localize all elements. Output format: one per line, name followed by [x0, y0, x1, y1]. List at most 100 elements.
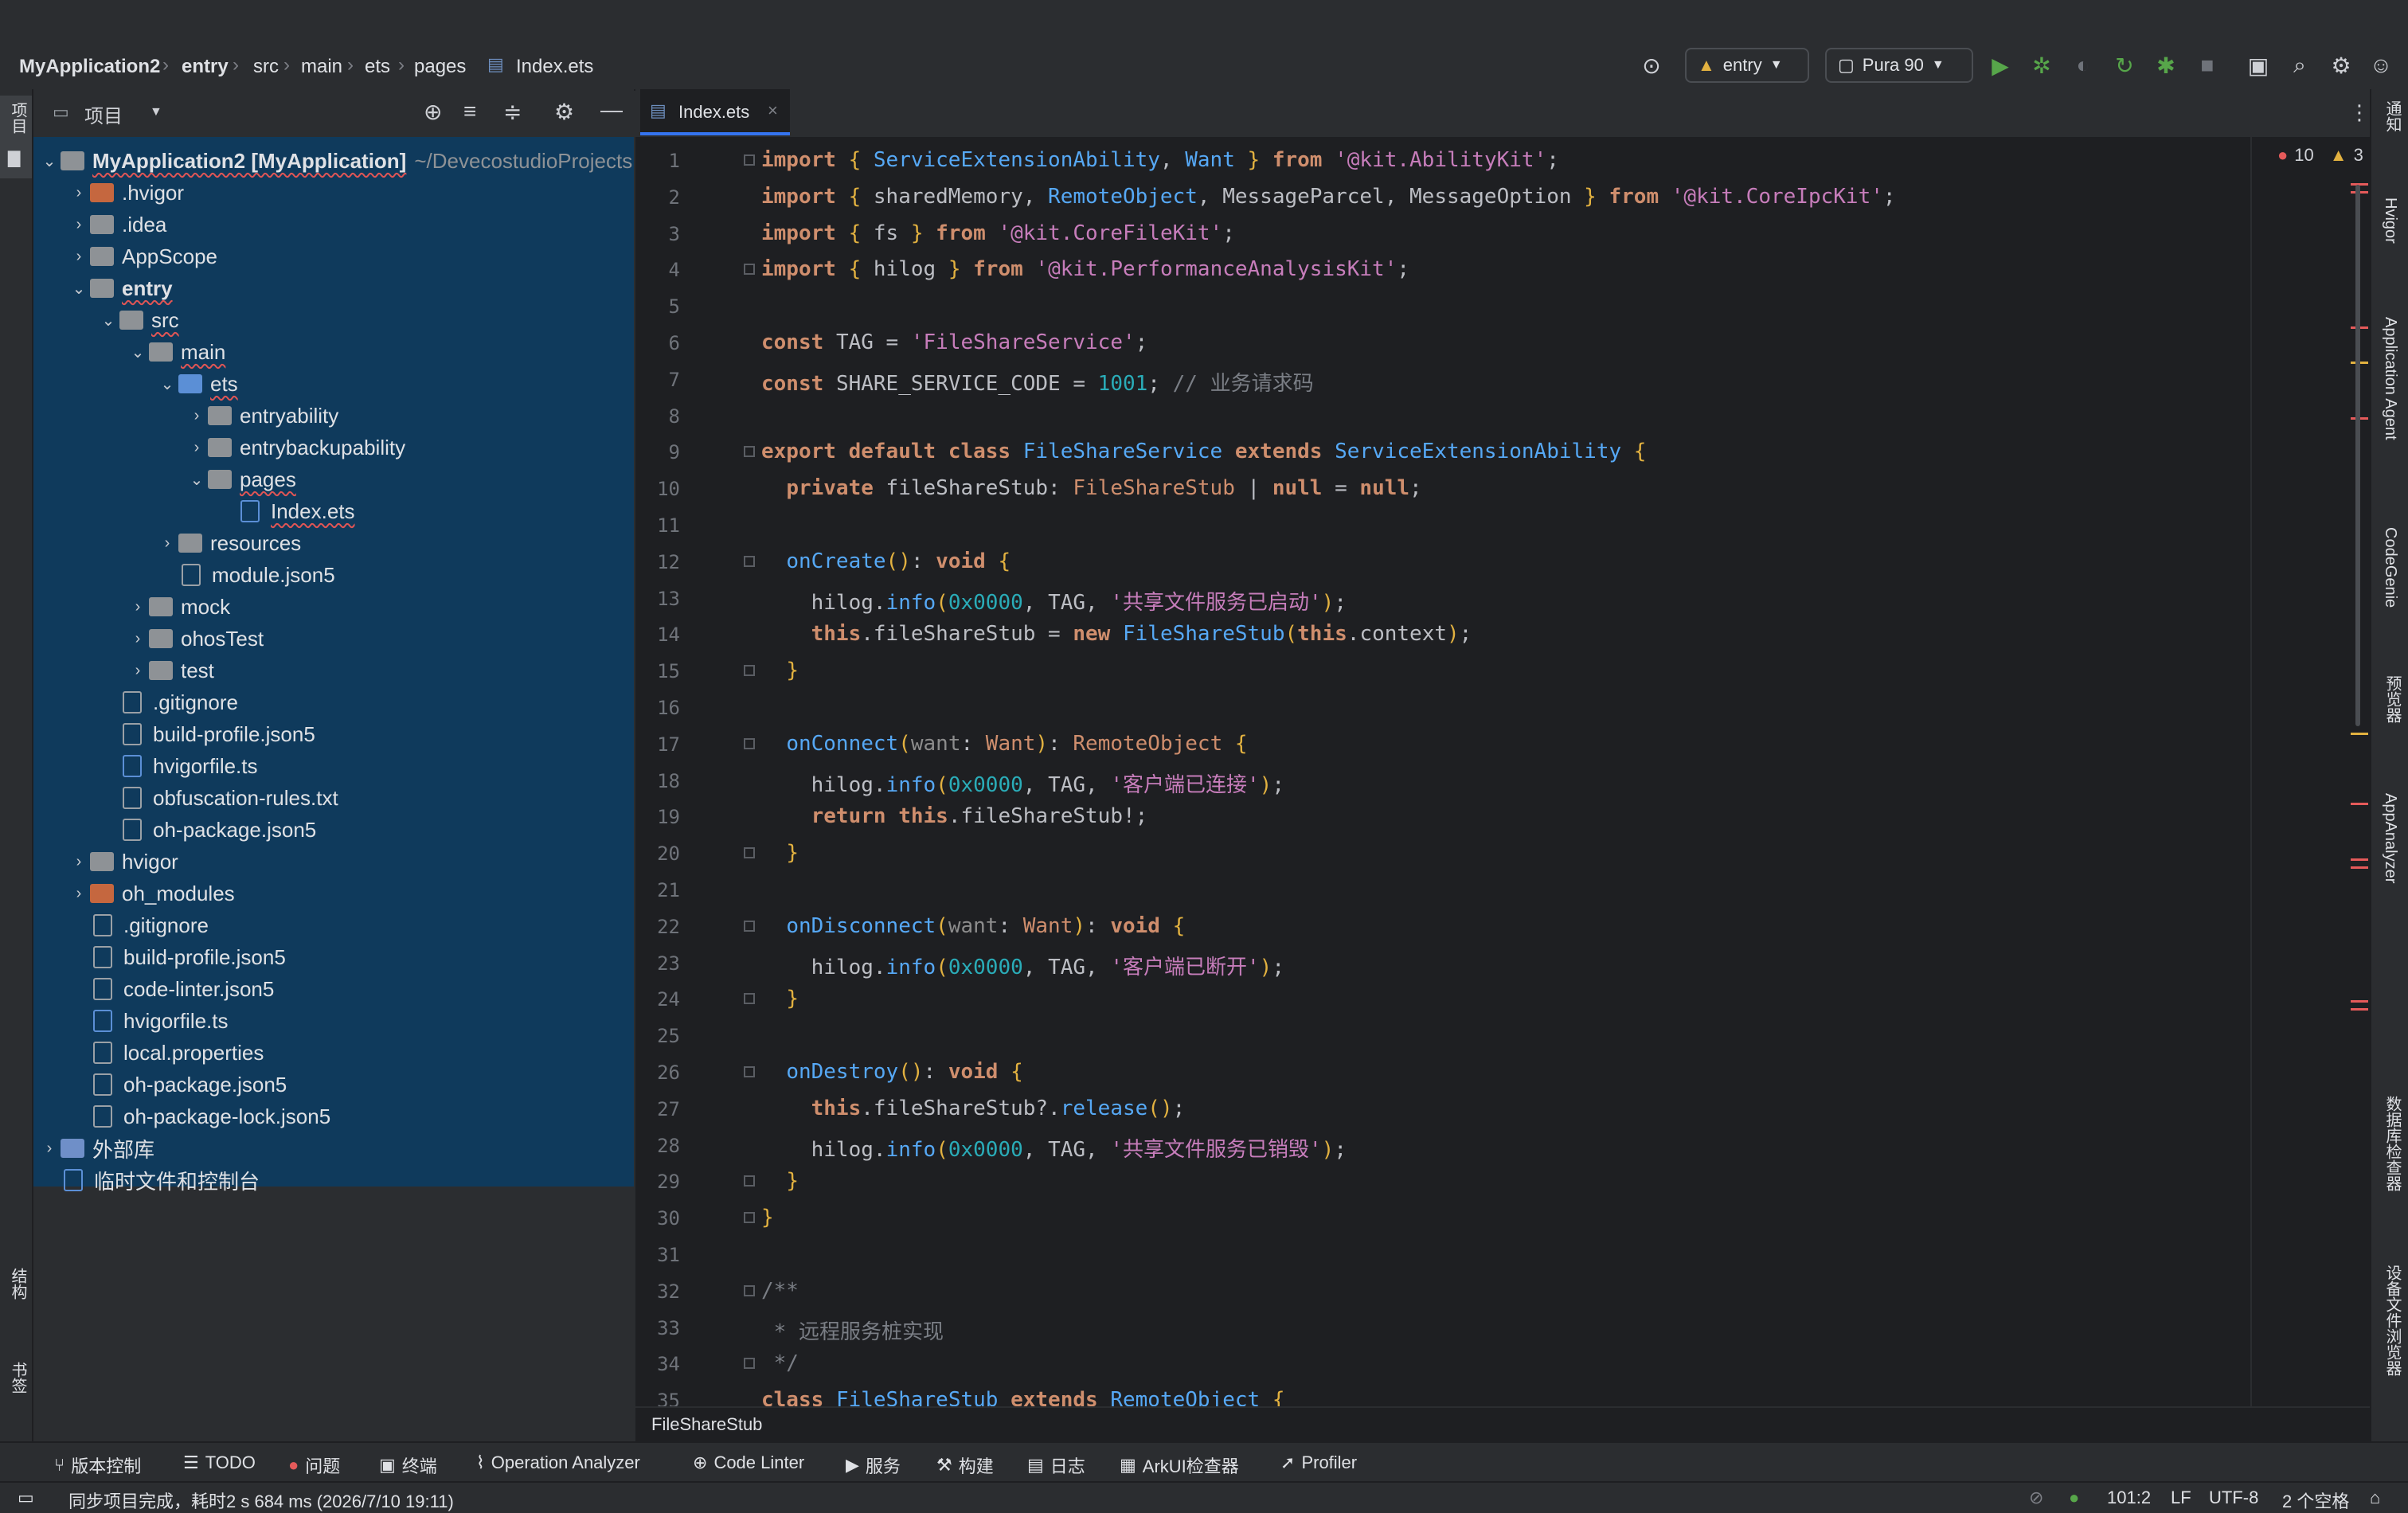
status-indicator-icon[interactable]: ● [2069, 1488, 2079, 1508]
chevron-right-icon[interactable]: › [127, 630, 149, 648]
error-marker[interactable] [2351, 858, 2368, 861]
tool-profiler[interactable]: ➚ Profiler [1280, 1452, 1357, 1473]
code-line[interactable]: this.fileShareStub = new FileShareStub(t… [761, 622, 1472, 646]
previewer-tool[interactable]: 预览器 [2381, 675, 2404, 723]
caret-position[interactable]: 101:2 [2107, 1488, 2151, 1508]
tree-item[interactable]: › entryability [186, 400, 339, 432]
code-line[interactable]: return this.fileShareStub!; [761, 804, 1148, 828]
tool-build[interactable]: ⚒ 构建 [936, 1452, 994, 1478]
more-options-icon[interactable]: ⋮ [2349, 100, 2370, 125]
chevron-right-icon[interactable]: › [186, 439, 208, 457]
fold-marker-icon[interactable] [744, 1175, 755, 1187]
tab-index-ets[interactable]: ▤ Index.ets × [640, 89, 790, 135]
codegenie-tool[interactable]: CodeGenie [2381, 527, 2399, 608]
chevron-down-icon[interactable]: ⌄ [97, 311, 119, 330]
tree-item[interactable]: Index.ets [215, 495, 355, 527]
fold-marker-icon[interactable] [744, 1284, 755, 1296]
tool-problems[interactable]: ● 问题 [288, 1452, 340, 1478]
tree-item[interactable]: build-profile.json5 [68, 941, 286, 973]
tree-item[interactable]: › resources [156, 527, 302, 559]
code-line[interactable]: onCreate(): void { [761, 549, 1010, 573]
chevron-right-icon[interactable]: › [68, 885, 90, 903]
hide-panel-icon[interactable]: — [600, 97, 623, 123]
tree-item[interactable]: › oh_modules [68, 878, 235, 909]
tree-item[interactable]: ⌄ src [97, 304, 179, 336]
code-line[interactable]: onDestroy(): void { [761, 1060, 1022, 1084]
tree-item[interactable]: 临时文件和控制台 [38, 1164, 260, 1196]
chevron-down-icon[interactable]: ⌄ [156, 374, 178, 394]
tree-item[interactable]: › .hvigor [68, 177, 184, 209]
gear-icon[interactable]: ⚙ [554, 99, 574, 125]
editor-scrollbar[interactable] [2355, 185, 2360, 726]
code-line[interactable]: this.fileShareStub?.release(); [761, 1097, 1186, 1120]
fold-marker-icon[interactable] [744, 154, 755, 166]
tree-item[interactable]: ⌄ main [127, 336, 226, 368]
chevron-right-icon[interactable]: › [68, 248, 90, 266]
fold-marker-icon[interactable] [744, 446, 755, 458]
code-line[interactable]: const SHARE_SERVICE_CODE = 1001; // 业务请求… [761, 367, 1314, 397]
chevron-right-icon[interactable]: › [127, 598, 149, 616]
code-line[interactable]: import { ServiceExtensionAbility, Want }… [761, 148, 1559, 172]
code-line[interactable]: * 远程服务桩实现 [761, 1316, 944, 1345]
code-line[interactable]: hilog.info(0x0000, TAG, '客户端已连接'); [761, 768, 1284, 798]
code-breadcrumb[interactable]: FileShareStub [651, 1414, 762, 1435]
layout-icon[interactable]: ▭ [18, 1488, 34, 1508]
line-separator[interactable]: LF [2171, 1488, 2191, 1508]
breadcrumb-main[interactable]: main [301, 56, 342, 78]
search-icon[interactable]: ⌕ [2285, 51, 2314, 80]
tree-item[interactable]: › entrybackupability [186, 432, 405, 463]
breadcrumb-pages[interactable]: pages [414, 56, 466, 78]
expand-all-icon[interactable]: ≡ [463, 99, 476, 124]
indent-setting[interactable]: 2 个空格 [2282, 1488, 2349, 1513]
tree-item[interactable]: build-profile.json5 [97, 718, 315, 750]
rerun-icon[interactable]: ↻ [2110, 51, 2139, 80]
code-line[interactable]: const TAG = 'FileShareService'; [761, 330, 1147, 354]
tree-item[interactable]: ⌄ ets [156, 368, 238, 400]
code-line[interactable]: hilog.info(0x0000, TAG, '客户端已断开'); [761, 951, 1284, 980]
chevron-right-icon[interactable]: › [38, 1140, 61, 1158]
fold-marker-icon[interactable] [744, 665, 755, 677]
tree-item[interactable]: local.properties [68, 1037, 264, 1069]
fold-marker-icon[interactable] [744, 737, 755, 749]
account-icon[interactable]: ☺ [2367, 51, 2395, 80]
select-opened-file-icon[interactable]: ⊕ [424, 99, 442, 125]
collapse-all-icon[interactable]: ≑ [503, 99, 522, 125]
structure-tool-label[interactable]: 结构 [6, 1268, 29, 1300]
tree-item[interactable]: ⌄ pages [186, 463, 296, 495]
error-marker[interactable] [2351, 803, 2368, 805]
tree-item[interactable]: › .idea [68, 209, 167, 240]
tree-item[interactable]: .gitignore [68, 909, 209, 941]
gear-icon[interactable]: ⚙ [2327, 51, 2355, 80]
stop-icon[interactable]: ■ [2193, 51, 2222, 80]
locate-icon[interactable]: ⊙ [1637, 51, 1666, 80]
chevron-right-icon[interactable]: › [127, 662, 149, 680]
debug-icon[interactable]: ✲ [2027, 51, 2056, 80]
tool-terminal[interactable]: ▣ 终端 [379, 1452, 437, 1478]
tree-item[interactable]: › 外部库 [38, 1132, 154, 1164]
tree-item[interactable]: › hvigor [68, 846, 178, 878]
tool-code-linter[interactable]: ⊕ Code Linter [693, 1452, 804, 1473]
code-line[interactable]: } [761, 659, 799, 682]
tree-item[interactable]: module.json5 [156, 559, 335, 591]
code-line[interactable]: /** [761, 1279, 799, 1303]
hvigor-tool[interactable]: Hvigor [2381, 197, 2399, 244]
breadcrumb-src[interactable]: src [253, 56, 279, 78]
device-manager-icon[interactable]: ▣ [2244, 51, 2273, 80]
lock-icon[interactable]: ⌂ [2370, 1488, 2380, 1508]
tree-item[interactable]: hvigorfile.ts [68, 1005, 229, 1037]
tree-item[interactable]: ⌄ MyApplication2 [MyApplication] ~/Devecos… [38, 145, 633, 177]
code-line[interactable]: private fileShareStub: FileShareStub | n… [761, 476, 1421, 500]
status-message[interactable]: 同步项目完成，耗时2 s 684 ms (2026/7/10 19:11) [68, 1488, 454, 1513]
fold-marker-icon[interactable] [744, 555, 755, 567]
tree-item[interactable]: obfuscation-rules.txt [97, 782, 338, 814]
database-inspector-tool[interactable]: 数据库检查器 [2381, 1096, 2404, 1191]
tree-item[interactable]: .gitignore [97, 686, 238, 718]
breadcrumb-entry[interactable]: entry [182, 56, 229, 78]
tree-item[interactable]: hvigorfile.ts [97, 750, 258, 782]
run-icon[interactable]: ▶ [1986, 51, 2015, 80]
code-line[interactable]: import { hilog } from '@kit.PerformanceA… [761, 257, 1409, 281]
chevron-down-icon[interactable]: ⌄ [186, 470, 208, 490]
chevron-right-icon[interactable]: › [186, 407, 208, 425]
code-line[interactable]: import { fs } from '@kit.CoreFileKit'; [761, 221, 1235, 245]
fold-marker-icon[interactable] [744, 920, 755, 932]
